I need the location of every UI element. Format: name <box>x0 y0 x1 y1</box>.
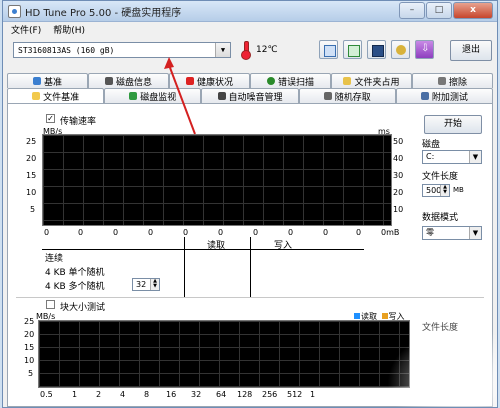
app-window: HD Tune Pro 5.00 - 硬盘实用程序 – □ x 文件(F) 帮助… <box>2 0 498 408</box>
annotation-arrow <box>164 57 196 135</box>
